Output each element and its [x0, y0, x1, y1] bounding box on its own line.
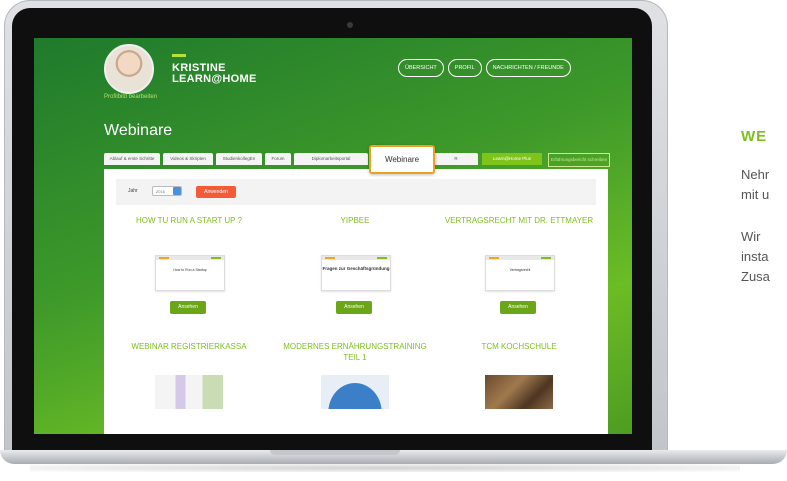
webinar-card: MODERNES ERNÄHRUNGSTRAINING TEIL 1 — [280, 341, 430, 409]
view-button[interactable]: Ansehen — [170, 301, 206, 314]
laptop-screen: KRISTINE LEARN@HOME Profilbild bearbeite… — [34, 38, 632, 434]
chevron-down-icon — [173, 187, 181, 195]
webinar-card: HOW TU RUN A START UP ? How to Run a Sta… — [114, 215, 264, 314]
tab-erfahrungsbericht[interactable]: Erfahrungsbericht schreiben — [548, 153, 610, 167]
side-text-line: Zusa — [741, 269, 770, 284]
webinar-thumbnail[interactable]: Fragen zur Geschäftsgründung — [321, 255, 391, 291]
side-text-line: Wir — [741, 229, 761, 244]
thumbnail-title: How to Run a Startup — [173, 268, 207, 272]
laptop-notch — [270, 450, 400, 455]
webinar-thumbnail[interactable] — [155, 375, 223, 409]
webinar-thumbnail[interactable] — [485, 375, 553, 409]
webinar-title[interactable]: MODERNES ERNÄHRUNGSTRAINING TEIL 1 — [280, 341, 430, 363]
webinar-title[interactable]: TCM KOCHSCHULE — [444, 341, 594, 352]
page-title: Webinare — [104, 122, 173, 139]
side-text-line: mit u — [741, 187, 770, 202]
tab-diplomarbeit[interactable]: Diplomarbeitsportal — [294, 153, 368, 165]
apply-button[interactable]: Anwenden — [196, 186, 236, 198]
brand-name-line2: LEARN@HOME — [172, 73, 257, 85]
side-text-line: insta — [741, 249, 769, 264]
tab-learn-home-plus[interactable]: Learn@Home Plus — [482, 153, 542, 165]
brand-tag — [172, 54, 186, 57]
tab-forum[interactable]: Forum — [265, 153, 291, 165]
webinar-card: YIPBEE Fragen zur Geschäftsgründung Anse… — [280, 215, 430, 314]
webinar-title[interactable]: HOW TU RUN A START UP ? — [114, 215, 264, 226]
avatar[interactable] — [104, 44, 154, 94]
thumbnail-title: Fragen zur Geschäftsgründung — [322, 266, 390, 271]
tab-videos[interactable]: Videos & Skripten — [163, 153, 213, 165]
webinar-thumbnail[interactable] — [321, 375, 389, 409]
view-button[interactable]: Ansehen — [500, 301, 536, 314]
webinar-title[interactable]: VERTRAGSRECHT MIT DR. ETTMAYER — [444, 215, 594, 226]
webinar-card: VERTRAGSRECHT MIT DR. ETTMAYER Vertragsr… — [444, 215, 594, 314]
nav-profile[interactable]: PROFIL — [447, 59, 482, 77]
tab-bar: Ablauf & erste Schritte Videos & Skripte… — [104, 145, 610, 174]
nav-messages-friends[interactable]: NACHRICHTEN / FREUNDE — [485, 59, 571, 77]
webinar-panel: Jahr 2016 Anwenden HOW TU RUN A START UP… — [104, 169, 608, 434]
view-button[interactable]: Ansehen — [336, 301, 372, 314]
webinar-thumbnail[interactable]: Vertragsrecht — [485, 255, 555, 291]
side-heading: WE — [741, 128, 768, 145]
side-text-line: Nehr — [741, 167, 770, 182]
tab-studienkollegen[interactable]: StudienkollegEn — [216, 153, 262, 165]
brand-logo: KRISTINE LEARN@HOME — [172, 52, 257, 85]
webinar-title[interactable]: WEBINAR REGISTRIERKASSA — [114, 341, 264, 352]
camera-dot — [347, 22, 353, 28]
tab-ablauf[interactable]: Ablauf & erste Schritte — [104, 153, 160, 165]
year-filter-bar: Jahr 2016 Anwenden — [116, 179, 596, 205]
webinar-card: WEBINAR REGISTRIERKASSA — [114, 341, 264, 409]
tab-r[interactable]: R — [434, 153, 478, 165]
laptop-shadow — [30, 464, 740, 472]
year-label: Jahr — [128, 188, 138, 194]
webinar-card: TCM KOCHSCHULE — [444, 341, 594, 409]
webinar-thumbnail[interactable]: How to Run a Startup — [155, 255, 225, 291]
edit-profile-picture-link[interactable]: Profilbild bearbeiten — [104, 94, 157, 100]
top-navigation: ÜBERSICHT PROFIL NACHRICHTEN / FREUNDE — [398, 59, 571, 77]
year-select-value: 2016 — [156, 189, 165, 194]
tab-webinare[interactable]: Webinare — [369, 145, 435, 174]
webinar-title[interactable]: YIPBEE — [280, 215, 430, 226]
year-select[interactable]: 2016 — [152, 186, 182, 196]
thumbnail-title: Vertragsrecht — [509, 268, 531, 272]
nav-overview[interactable]: ÜBERSICHT — [398, 59, 444, 77]
